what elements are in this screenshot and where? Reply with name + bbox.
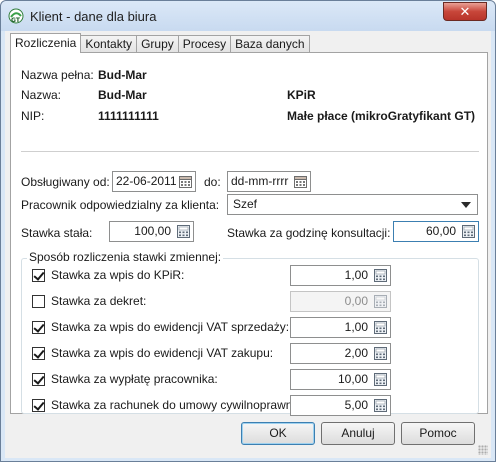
hourly-rate-label: Stawka za godzinę konsultacji: — [227, 226, 391, 240]
variable-rate-checkbox[interactable] — [32, 269, 45, 282]
calculator-icon[interactable] — [374, 321, 387, 334]
separator — [21, 151, 479, 152]
service-to-date-text: dd-mm-rrrr — [231, 174, 289, 188]
app-logo-icon: GT — [8, 8, 24, 24]
calculator-icon[interactable] — [374, 373, 387, 386]
variable-rate-value: 5,00 — [344, 398, 368, 412]
variable-rate-label: Stawka za rachunek do umowy cywilnoprawn… — [51, 398, 306, 412]
tab-baza-danych[interactable]: Baza danych — [230, 35, 310, 53]
chevron-down-icon[interactable] — [461, 202, 471, 208]
full-name-label: Nazwa pełna: — [21, 68, 94, 82]
variable-rate-input: 0,00 — [290, 291, 391, 312]
variable-rate-input[interactable]: 5,00 — [290, 395, 391, 416]
service-to-date-field[interactable]: dd-mm-rrrr — [227, 171, 311, 192]
employee-label: Pracownik odpowiedzialny za klienta: — [21, 198, 220, 212]
variable-rate-input[interactable]: 1,00 — [290, 317, 391, 338]
variable-rate-checkbox[interactable] — [32, 347, 45, 360]
window-title: Klient - dane dla biura — [30, 9, 157, 24]
calculator-icon[interactable] — [374, 269, 387, 282]
service-from-date-text: 22-06-2011 — [116, 174, 177, 188]
dialog-client-area: Rozliczenia Kontakty Grupy Procesy Baza … — [5, 31, 491, 458]
close-button[interactable]: ✕ — [443, 2, 487, 21]
variable-rate-value: 1,00 — [344, 320, 368, 334]
full-name-value: Bud-Mar — [98, 68, 147, 82]
variable-rate-label: Stawka za wpis do KPiR: — [51, 268, 185, 282]
nip-label: NIP: — [21, 109, 45, 123]
help-button[interactable]: Pomoc — [401, 422, 475, 445]
variable-rate-label: Stawka za dekret: — [51, 294, 147, 308]
variable-rate-checkbox[interactable] — [32, 321, 45, 334]
nip-value: 1111111111 — [98, 109, 159, 123]
variable-rate-checkbox[interactable] — [32, 295, 45, 308]
calendar-icon[interactable] — [294, 175, 307, 188]
variable-rate-label: Stawka za wypłatę pracownika: — [51, 372, 218, 386]
tab-panel-rozliczenia: Nazwa pełna: Bud-Mar Nazwa: Bud-Mar KPiR… — [10, 52, 488, 416]
employee-select[interactable]: Szef — [227, 194, 478, 215]
variable-rate-input[interactable]: 2,00 — [290, 343, 391, 364]
tab-grupy[interactable]: Grupy — [136, 35, 179, 53]
fixed-rate-input[interactable]: 100,00 — [109, 221, 194, 242]
tab-procesy[interactable]: Procesy — [177, 35, 232, 53]
calculator-icon[interactable] — [462, 225, 475, 238]
tab-strip: Rozliczenia Kontakty Grupy Procesy Baza … — [10, 33, 310, 53]
dialog-window: GT Klient - dane dla biura ✕ Rozliczenia… — [0, 0, 496, 462]
name-label: Nazwa: — [21, 88, 62, 102]
variable-rate-label: Stawka za wpis do ewidencji VAT zakupu: — [51, 346, 274, 360]
fixed-rate-value: 100,00 — [134, 224, 171, 238]
calculator-icon[interactable] — [374, 399, 387, 412]
variable-rate-checkbox[interactable] — [32, 399, 45, 412]
employee-selected-value: Szef — [233, 197, 258, 211]
resize-grip[interactable] — [478, 445, 488, 455]
accounting-type-value: KPiR — [287, 88, 316, 102]
service-from-label: Obsługiwany od: — [21, 175, 110, 189]
calendar-icon[interactable] — [179, 175, 192, 188]
service-to-label: do: — [204, 175, 221, 189]
tab-rozliczenia[interactable]: Rozliczenia — [10, 33, 82, 53]
service-from-date-field[interactable]: 22-06-2011 — [112, 171, 196, 192]
variable-rate-label: Stawka za wpis do ewidencji VAT sprzedaż… — [51, 320, 290, 334]
fixed-rate-label: Stawka stała: — [21, 226, 93, 240]
variable-rate-value: 2,00 — [344, 346, 368, 360]
variable-rate-group-title: Sposób rozliczenia stawki zmiennej: — [27, 250, 224, 264]
cancel-button[interactable]: Anuluj — [321, 422, 395, 445]
calculator-icon[interactable] — [177, 225, 190, 238]
hourly-rate-input[interactable]: 60,00 — [393, 221, 479, 242]
close-icon: ✕ — [459, 3, 471, 19]
variable-rate-input[interactable]: 1,00 — [290, 265, 391, 286]
calculator-icon[interactable] — [374, 347, 387, 360]
variable-rate-value: 1,00 — [344, 268, 368, 282]
calculator-icon — [374, 295, 387, 308]
variable-rate-value: 0,00 — [344, 294, 368, 308]
ok-button[interactable]: OK — [241, 422, 315, 445]
variable-rate-checkbox[interactable] — [32, 373, 45, 386]
tab-kontakty[interactable]: Kontakty — [80, 35, 138, 53]
program-value: Małe płace (mikroGratyfikant GT) — [287, 109, 476, 123]
name-value: Bud-Mar — [98, 88, 147, 102]
variable-rate-value: 10,00 — [337, 372, 368, 386]
title-bar[interactable]: GT Klient - dane dla biura ✕ — [1, 1, 495, 31]
hourly-rate-value: 60,00 — [425, 224, 456, 238]
variable-rate-input[interactable]: 10,00 — [290, 369, 391, 390]
svg-text:GT: GT — [11, 17, 21, 24]
